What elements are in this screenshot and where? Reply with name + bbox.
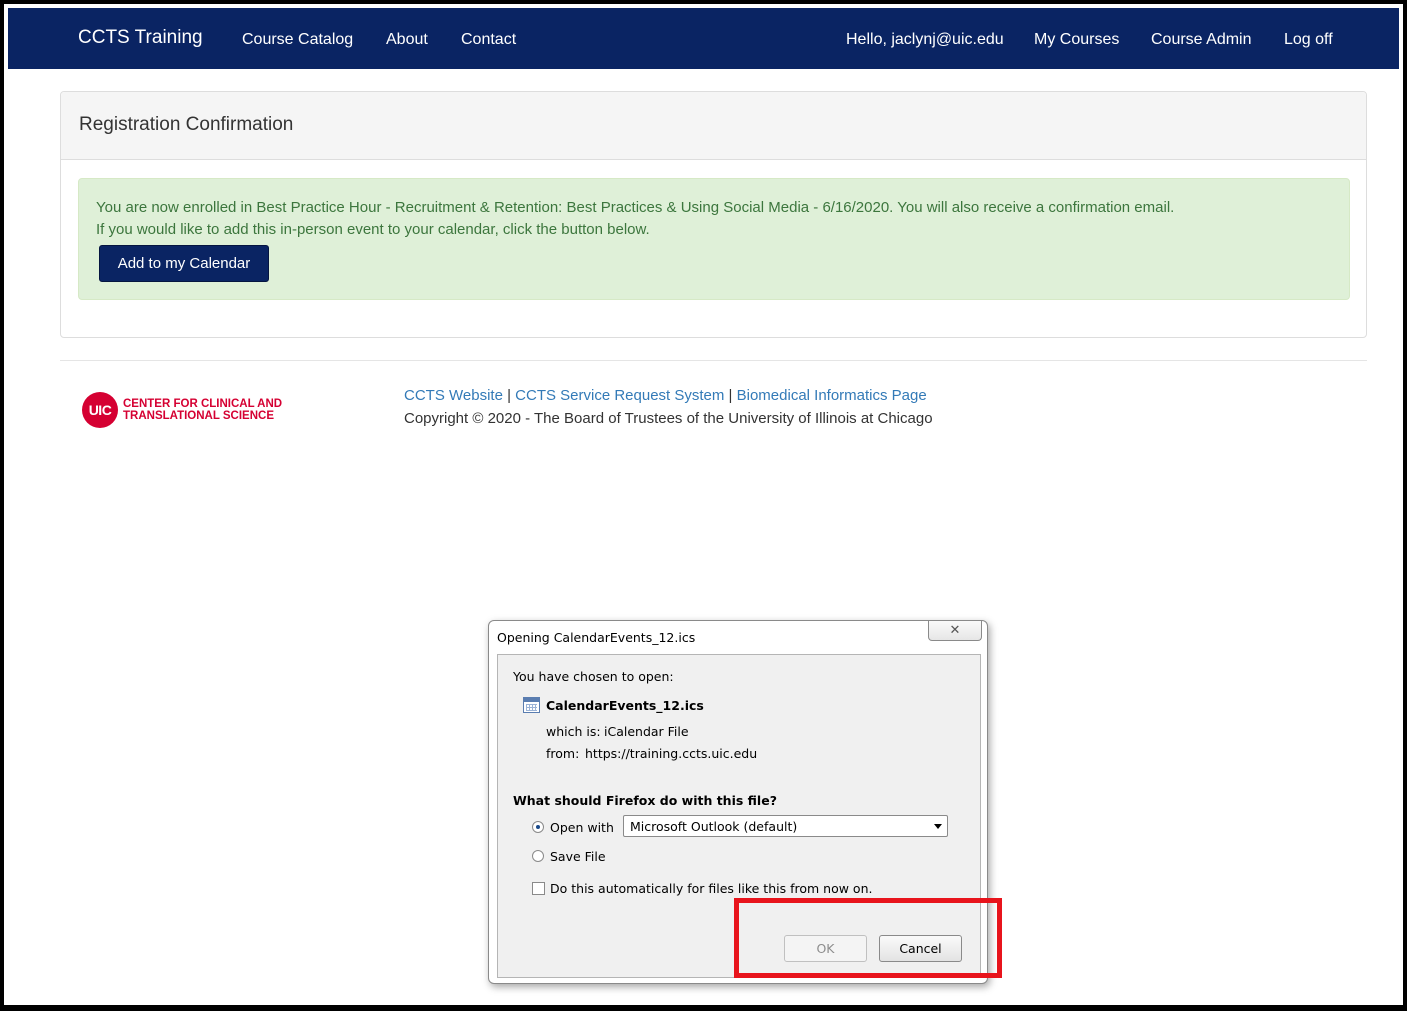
dropdown-arrow-icon (934, 824, 942, 829)
red-highlight-box (734, 898, 1002, 978)
registration-panel: Registration Confirmation You are now en… (60, 91, 1367, 338)
success-alert: You are now enrolled in Best Practice Ho… (78, 178, 1350, 300)
close-icon[interactable]: ✕ (928, 621, 982, 641)
alert-calendar-text: If you would like to add this in-person … (96, 221, 650, 238)
application-select-value: Microsoft Outlook (default) (630, 819, 798, 834)
which-is-value: iCalendar File (604, 724, 689, 739)
logo-line-2: TRANSLATIONAL SCIENCE (123, 410, 274, 422)
footer-separator: | (502, 387, 516, 404)
footer-divider (60, 360, 1367, 361)
calendar-file-icon (523, 697, 540, 713)
save-file-label[interactable]: Save File (550, 849, 606, 864)
application-select[interactable]: Microsoft Outlook (default) (623, 815, 948, 837)
logo-line-1: CENTER FOR CLINICAL AND (123, 398, 283, 410)
which-is-label: which is: (546, 724, 601, 739)
biomedical-informatics-link[interactable]: Biomedical Informatics Page (737, 387, 927, 404)
nav-course-catalog[interactable]: Course Catalog (242, 31, 353, 49)
panel-heading: Registration Confirmation (61, 92, 1366, 160)
nav-user-greeting: Hello, jaclynj@uic.edu (846, 31, 1004, 48)
nav-course-admin[interactable]: Course Admin (1151, 31, 1252, 49)
uic-logo-badge: UIC (82, 392, 118, 428)
save-file-radio[interactable] (532, 850, 544, 862)
add-to-calendar-button[interactable]: Add to my Calendar (99, 245, 269, 282)
copyright-text: Copyright © 2020 - The Board of Trustees… (404, 410, 933, 427)
ccts-website-link[interactable]: CCTS Website (404, 387, 503, 404)
nav-my-courses[interactable]: My Courses (1034, 31, 1119, 49)
from-value: https://training.ccts.uic.edu (585, 746, 758, 761)
alert-enrollment-text: You are now enrolled in Best Practice Ho… (96, 199, 1175, 216)
chosen-label: You have chosen to open: (513, 669, 674, 684)
brand-link[interactable]: CCTS Training (78, 27, 203, 49)
ccts-logo: UIC CENTER FOR CLINICAL AND TRANSLATIONA… (82, 389, 322, 429)
dialog-title: Opening CalendarEvents_12.ics (497, 630, 696, 645)
nav-about[interactable]: About (386, 31, 428, 49)
auto-action-label[interactable]: Do this automatically for files like thi… (550, 881, 872, 896)
navbar: CCTS Training Course Catalog About Conta… (8, 8, 1399, 69)
panel-title: Registration Confirmation (79, 114, 294, 135)
file-name: CalendarEvents_12.ics (546, 698, 704, 713)
nav-contact[interactable]: Contact (461, 31, 516, 49)
open-with-label[interactable]: Open with (550, 820, 614, 835)
nav-log-off[interactable]: Log off (1284, 31, 1333, 49)
open-with-radio[interactable] (532, 821, 544, 833)
footer-separator: | (724, 387, 737, 404)
service-request-link[interactable]: CCTS Service Request System (515, 387, 724, 404)
from-label: from: (546, 746, 580, 761)
footer-links: CCTS Website | CCTS Service Request Syst… (404, 387, 927, 404)
auto-action-checkbox[interactable] (532, 882, 545, 895)
action-question: What should Firefox do with this file? (513, 793, 777, 808)
